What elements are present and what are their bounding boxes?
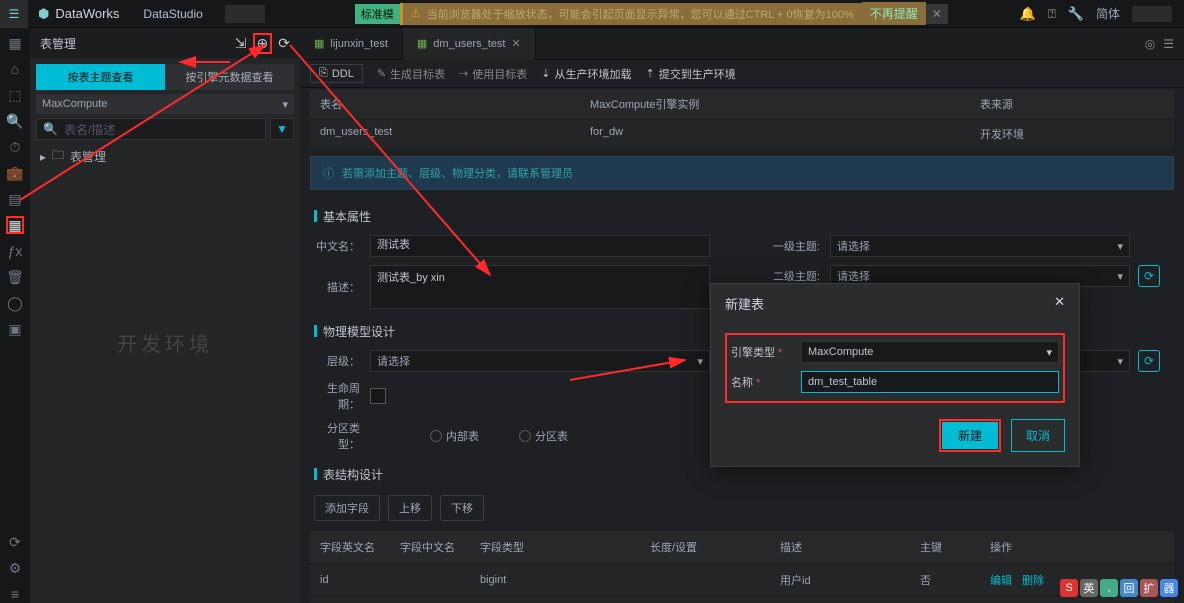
- studio-name[interactable]: DataStudio: [129, 7, 216, 21]
- watermark: 开发环境: [30, 328, 300, 357]
- tb-submit-prod[interactable]: ⇡ 提交到生产环境: [645, 66, 735, 82]
- notice-bar: ⓘ若需添加主题、层级、物理分类，请联系管理员: [310, 156, 1174, 190]
- editor-toolbar: ⎘ DDL ✎ 生成目标表 ⇢ 使用目标表 ⇣ 从生产环境加载 ⇡ 提交到生产环…: [300, 60, 1184, 88]
- table-row: sexstring用户性别否编辑删除: [310, 597, 1174, 603]
- banner-close-icon[interactable]: ✕: [926, 4, 948, 24]
- rail-icon[interactable]: 🗑: [6, 268, 24, 286]
- add-field-button[interactable]: 添加字段: [314, 495, 380, 521]
- rail-icon-table-mgmt[interactable]: ▦: [6, 216, 24, 234]
- rail-icon[interactable]: ⟳: [6, 533, 24, 551]
- rail-icon[interactable]: 💼: [6, 164, 24, 182]
- radio-internal[interactable]: 内部表: [430, 428, 479, 444]
- modal-ok-button[interactable]: 新建: [942, 422, 998, 449]
- folder-icon: 🗀: [52, 146, 64, 167]
- rail-icon[interactable]: ▣: [6, 320, 24, 338]
- info-icon: ⓘ: [323, 165, 334, 181]
- user-avatar[interactable]: [1132, 6, 1172, 22]
- banner-dismiss[interactable]: 不再提醒: [862, 2, 926, 25]
- banner-tag: 标准模: [355, 4, 400, 24]
- rail-icon[interactable]: ⚙: [6, 559, 24, 577]
- menu-icon[interactable]: ☰: [0, 0, 28, 28]
- new-table-icon[interactable]: ⊕: [253, 33, 273, 54]
- sidebar: 表管理 ⇲ ⊕ ⟳ 按表主题查看 按引擎元数据查看 MaxCompute▾ 🔍表…: [30, 28, 300, 603]
- compass-icon[interactable]: ◎: [1145, 37, 1155, 51]
- brand: ⬢DataWorks: [28, 6, 129, 22]
- edit-link[interactable]: 编辑: [990, 575, 1012, 587]
- banner-warning: ⚠当前浏览器处于缩放状态，可能会引起页面显示异常，您可以通过CTRL + 0恢复…: [400, 3, 862, 25]
- fields-table: 字段英文名字段中文名字段类型长度/设置描述主键操作 idbigint用户id否编…: [310, 531, 1174, 603]
- settings-icon[interactable]: 🔧: [1068, 6, 1084, 22]
- rail-icon[interactable]: 🔍: [6, 112, 24, 130]
- desc-input[interactable]: 测试表_by xin: [370, 265, 710, 309]
- life-checkbox[interactable]: [370, 388, 386, 404]
- editor-tab[interactable]: ▦lijunxin_test: [300, 28, 403, 60]
- modal-title: 新建表: [725, 294, 764, 313]
- table-icon: ▦: [417, 37, 427, 50]
- close-icon[interactable]: ✕: [511, 37, 520, 50]
- refresh-icon[interactable]: ⟳: [1138, 350, 1160, 372]
- new-table-modal: 新建表✕ 引擎类型MaxCompute▾ 名称 新建 取消: [710, 283, 1080, 467]
- move-up-button[interactable]: 上移: [388, 495, 432, 521]
- rail-icon[interactable]: ⌂: [6, 60, 24, 78]
- modal-name-input[interactable]: [801, 371, 1059, 393]
- table-header: 字段英文名字段中文名字段类型长度/设置描述主键操作: [310, 531, 1174, 564]
- warning-banner: 标准模 ⚠当前浏览器处于缩放状态，可能会引起页面显示异常，您可以通过CTRL +…: [355, 3, 948, 25]
- top-right: 🔔 ⍰ 🔧 简体: [1008, 5, 1184, 22]
- sidebar-tab-engine[interactable]: 按引擎元数据查看: [165, 64, 294, 90]
- rail-icon[interactable]: ⏱: [6, 138, 24, 156]
- tree-root[interactable]: ▸🗀表管理: [30, 140, 300, 173]
- move-down-button[interactable]: 下移: [440, 495, 484, 521]
- radio-partition[interactable]: 分区表: [519, 428, 568, 444]
- notification-icon[interactable]: 🔔: [1020, 6, 1036, 22]
- close-icon[interactable]: ✕: [1054, 294, 1065, 313]
- icon-rail: ▦ ⌂ ⬚ 🔍 ⏱ 💼 ▤ ▦ ƒx 🗑 ◯ ▣ ⟳ ⚙ ≡: [0, 28, 30, 603]
- section-basic: 基本属性: [310, 198, 1174, 231]
- rail-icon[interactable]: ≡: [6, 585, 24, 603]
- info-header: 表名MaxCompute引擎实例表来源: [310, 90, 1174, 118]
- project-blank[interactable]: [225, 5, 265, 23]
- sidebar-title: 表管理: [40, 35, 76, 52]
- refresh-icon[interactable]: ⟳: [278, 35, 290, 52]
- modal-engine-select[interactable]: MaxCompute▾: [801, 341, 1059, 363]
- import-icon[interactable]: ⇲: [235, 35, 247, 52]
- level-select[interactable]: 请选择▾: [370, 350, 710, 372]
- topic1-select[interactable]: 请选择▾: [830, 235, 1130, 257]
- cn-name-input[interactable]: 测试表: [370, 235, 710, 257]
- rail-icon[interactable]: ▦: [6, 34, 24, 52]
- topbar: ☰ ⬢DataWorks DataStudio 标准模 ⚠当前浏览器处于缩放状态…: [0, 0, 1184, 28]
- ime-bar: S英,回扩器: [1060, 579, 1178, 597]
- rail-icon[interactable]: ◯: [6, 294, 24, 312]
- delete-link[interactable]: 删除: [1022, 575, 1044, 587]
- tb-use-target[interactable]: ⇢ 使用目标表: [459, 66, 527, 82]
- lang-label[interactable]: 简体: [1096, 5, 1120, 22]
- rail-icon[interactable]: ⬚: [6, 86, 24, 104]
- editor-tab-active[interactable]: ▦dm_users_test✕: [403, 28, 536, 60]
- editor-area: ▦lijunxin_test ▦dm_users_test✕ ◎ ☰ ⎘ DDL …: [300, 28, 1184, 603]
- more-icon[interactable]: ☰: [1163, 37, 1174, 51]
- tb-gen-target[interactable]: ✎ 生成目标表: [377, 66, 445, 82]
- refresh-icon[interactable]: ⟳: [1138, 265, 1160, 287]
- help-icon[interactable]: ⍰: [1048, 6, 1056, 22]
- engine-select[interactable]: MaxCompute▾: [36, 94, 294, 114]
- tb-load-prod[interactable]: ⇣ 从生产环境加载: [541, 66, 631, 82]
- filter-icon[interactable]: ▼: [270, 118, 294, 140]
- sidebar-tab-topic[interactable]: 按表主题查看: [36, 64, 165, 90]
- search-icon: 🔍: [43, 122, 58, 136]
- rail-icon[interactable]: ƒx: [6, 242, 24, 260]
- rail-icon[interactable]: ▤: [6, 190, 24, 208]
- table-row: idbigint用户id否编辑删除: [310, 564, 1174, 597]
- ddl-button[interactable]: ⎘ DDL: [310, 64, 363, 83]
- table-icon: ▦: [314, 37, 324, 50]
- modal-cancel-button[interactable]: 取消: [1011, 419, 1065, 452]
- info-row: dm_users_testfor_dw开发环境: [310, 120, 1174, 148]
- search-input[interactable]: 🔍表名/描述: [36, 118, 266, 140]
